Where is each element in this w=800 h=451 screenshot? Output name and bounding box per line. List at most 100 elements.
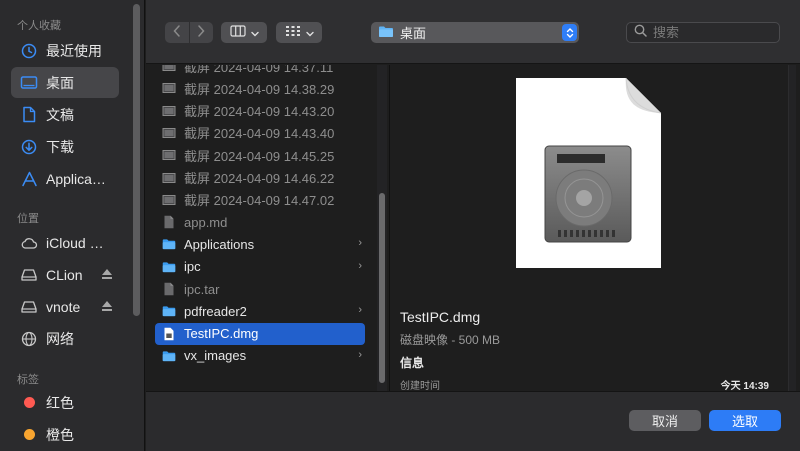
chevron-left-icon [173,24,181,42]
bottom-bar: 取消 选取 [146,391,800,451]
file-name: Applications [184,236,255,252]
applications-icon [20,170,38,188]
preview-pane: TestIPC.dmg 磁盘映像 - 500 MB 信息 创建时间 今天 14:… [391,65,800,391]
file-row[interactable]: ipc › [155,256,365,278]
download-icon [20,138,38,156]
file-list-scrollbar[interactable] [379,193,385,383]
view-mode-button[interactable] [221,22,267,43]
group-button[interactable] [276,22,322,43]
folder-icon [162,304,176,318]
file-row[interactable]: 截屏 2024-04-09 14.45.25 [155,144,365,166]
chevron-right-icon [197,24,205,42]
file-name: 截屏 2024-04-09 14.38.29 [184,81,335,97]
sidebar-item-label: vnote [46,298,81,315]
chevron-down-icon [305,24,314,42]
file-row[interactable]: 截屏 2024-04-09 14.38.29 [155,77,365,99]
file-row[interactable]: 截屏 2024-04-09 14.43.20 [155,100,365,122]
file-name: ipc [184,259,201,275]
sidebar-item-downloads[interactable]: 下载 [11,131,119,162]
location-label: 桌面 [400,26,427,41]
file-name: 截屏 2024-04-09 14.45.25 [184,148,335,164]
file-icon [162,282,176,296]
file-row[interactable]: 截屏 2024-04-09 14.37.11 [155,65,365,77]
navigation-group [165,22,213,43]
file-row[interactable]: app.md [155,211,365,233]
location-popup[interactable]: 桌面 [371,22,579,43]
file-name: 截屏 2024-04-09 14.46.22 [184,171,335,186]
chevron-right-icon: › [358,237,362,250]
folder-icon [162,237,176,251]
file-name: pdfreader2 [184,303,247,319]
preview-file-kind: 磁盘映像 - 500 MB [400,333,501,347]
updown-chevron-icon [562,24,577,41]
file-row[interactable]: TestIPC.dmg [155,322,365,345]
folder-icon [162,349,176,363]
drive-icon [20,266,38,284]
file-name: 截屏 2024-04-09 14.37.11 [184,65,334,75]
sidebar-item-label: 下载 [46,138,74,155]
eject-icon[interactable] [101,299,113,313]
choose-button[interactable]: 选取 [709,410,781,431]
desktop-icon [20,74,38,92]
drive-icon [20,298,38,316]
sidebar-item-label: 橙色 [46,426,74,443]
sidebar-item-label: 网络 [46,330,74,347]
globe-icon [20,330,38,348]
screenshot-icon [162,81,176,95]
sidebar-item-label: 文稿 [46,106,74,123]
sidebar-item-label: CLion [46,266,83,283]
chevron-right-icon: › [358,348,362,361]
file-row[interactable]: 截屏 2024-04-09 14.46.22 [155,167,365,189]
screenshot-icon [162,148,176,162]
cancel-button[interactable]: 取消 [629,410,701,431]
sidebar-item-label: iCloud … [46,234,104,251]
preview-file-name: TestIPC.dmg [400,309,481,325]
document-icon [20,106,38,124]
search-input[interactable] [653,25,773,40]
forward-button[interactable] [188,22,214,43]
file-row[interactable]: ipc.tar [155,278,365,300]
file-row[interactable]: Applications › [155,233,365,255]
sidebar-item-network[interactable]: 网络 [11,323,119,354]
file-row[interactable]: 截屏 2024-04-09 14.43.40 [155,122,365,144]
file-icon [162,215,176,229]
file-name: ipc.tar [184,281,220,297]
grid-group-icon [285,24,301,42]
search-field[interactable] [626,22,780,43]
sidebar-item-tag-red[interactable]: 红色 [11,387,119,418]
locations-heading: 位置 [17,213,39,225]
file-row[interactable]: pdfreader2 › [155,300,365,322]
columns-view-icon [229,24,246,42]
dmg-document-icon [516,77,662,268]
sidebar-item-desktop[interactable]: 桌面 [11,67,119,98]
favorites-heading: 个人收藏 [17,20,61,32]
dmg-icon [162,327,176,341]
sidebar-item-vnote[interactable]: vnote [11,291,119,322]
back-button[interactable] [165,22,189,43]
screenshot-icon [162,65,176,73]
created-label: 创建时间 [400,381,440,391]
sidebar-item-recents[interactable]: 最近使用 [11,35,119,66]
sidebar-item-documents[interactable]: 文稿 [11,99,119,130]
sidebar-item-label: 红色 [46,394,74,411]
eject-icon[interactable] [101,267,113,281]
sidebar-item-clion[interactable]: CLion [11,259,119,290]
file-row[interactable]: 截屏 2024-04-09 14.47.02 [155,189,365,211]
screenshot-icon [162,193,176,207]
sidebar-item-label: 最近使用 [46,42,102,59]
file-row[interactable]: vx_images › [155,345,365,367]
chevron-right-icon: › [358,259,362,272]
file-list-column: vx_images › TestIPC.dmg pdfreader2 › ipc.tar i… [146,65,390,391]
file-name: 截屏 2024-04-09 14.43.20 [184,104,335,120]
sidebar-item-icloud[interactable]: iCloud … [11,227,119,258]
sidebar-scrollbar[interactable] [133,4,140,316]
file-name: vx_images [184,348,247,364]
orange-tag-dot-icon [20,426,38,444]
file-name: TestIPC.dmg [184,326,259,342]
sidebar-item-tag-orange[interactable]: 橙色 [11,419,119,450]
screenshot-icon [162,104,176,118]
chevron-right-icon: › [358,304,362,317]
preview-scroll-track[interactable] [788,65,796,391]
sidebar-item-applications[interactable]: Applica… [11,163,119,194]
red-tag-dot-icon [20,394,38,412]
